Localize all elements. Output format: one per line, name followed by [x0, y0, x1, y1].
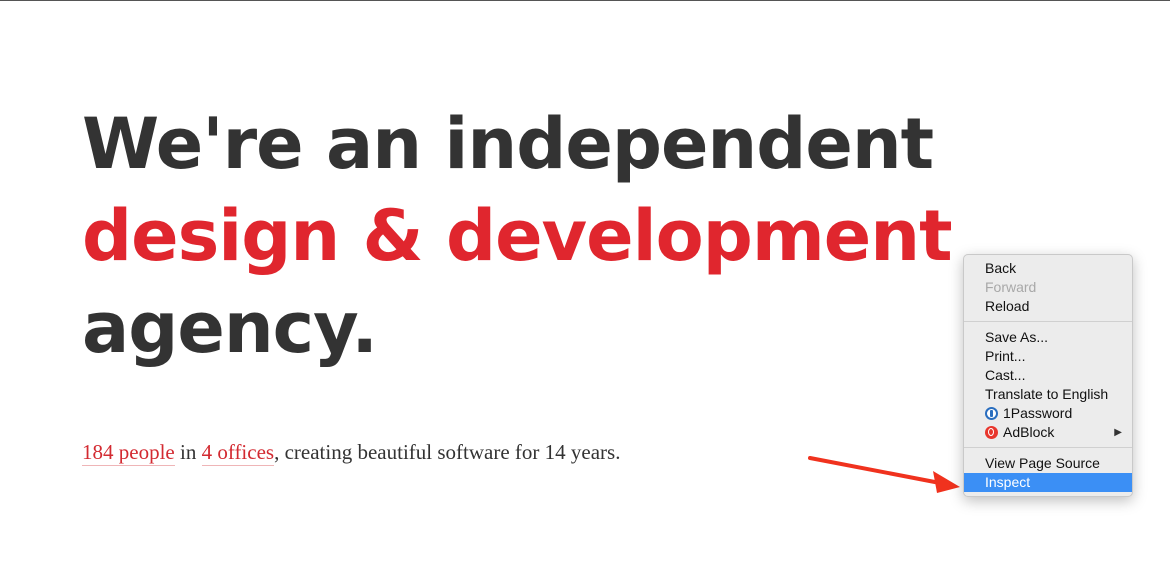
menu-item-print[interactable]: Print...: [964, 347, 1132, 366]
top-border: [0, 0, 1170, 1]
hero-line-3: agency.: [82, 287, 378, 369]
menu-separator: [964, 321, 1132, 322]
hero-heading: We're an independent design & developmen…: [82, 98, 962, 374]
menu-separator: [964, 447, 1132, 448]
hero-line-1: We're an independent: [82, 103, 934, 185]
hero-line-2: design & development: [82, 195, 953, 277]
menu-item-adblock-label: AdBlock: [1003, 424, 1055, 440]
tagline-in-text: in: [174, 440, 202, 464]
offices-link[interactable]: 4 offices: [201, 440, 275, 466]
menu-item-forward[interactable]: Forward: [964, 278, 1132, 297]
tagline: 184 people in 4 offices, creating beauti…: [82, 440, 621, 466]
menu-item-reload[interactable]: Reload: [964, 297, 1132, 316]
menu-item-save-as[interactable]: Save As...: [964, 328, 1132, 347]
1password-icon: [985, 407, 998, 420]
menu-item-translate[interactable]: Translate to English: [964, 385, 1132, 404]
menu-item-inspect[interactable]: Inspect: [964, 473, 1132, 492]
tagline-rest-text: , creating beautiful software for 14 yea…: [274, 440, 621, 464]
annotation-arrow: [808, 456, 960, 493]
menu-item-1password-label: 1Password: [1003, 405, 1073, 421]
menu-item-back[interactable]: Back: [964, 259, 1132, 278]
menu-item-adblock[interactable]: AdBlock ▶: [964, 423, 1132, 442]
menu-item-cast[interactable]: Cast...: [964, 366, 1132, 385]
submenu-arrow-icon: ▶: [1114, 427, 1122, 438]
people-link[interactable]: 184 people: [82, 440, 175, 466]
adblock-icon: [985, 426, 998, 439]
context-menu: Back Forward Reload Save As... Print... …: [963, 254, 1133, 497]
menu-item-1password[interactable]: 1Password: [964, 404, 1132, 423]
menu-item-view-page-source[interactable]: View Page Source: [964, 454, 1132, 473]
